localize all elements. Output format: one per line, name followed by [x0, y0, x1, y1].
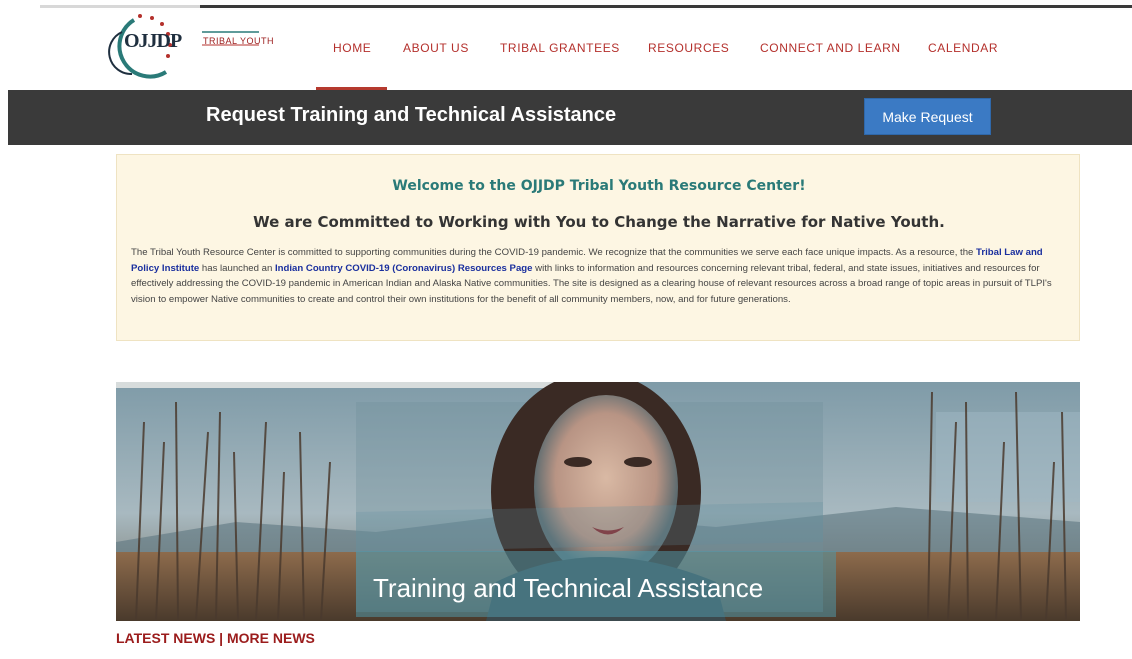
nav-tribal-grantees[interactable]: TRIBAL GRANTEES — [500, 41, 620, 55]
make-request-button[interactable]: Make Request — [864, 98, 991, 135]
logo-text: OJJDP — [124, 30, 182, 52]
latest-news-link[interactable]: LATEST NEWS — [116, 630, 215, 646]
news-links: LATEST NEWS | MORE NEWS — [116, 630, 315, 646]
nav-about-us[interactable]: ABOUT US — [403, 41, 469, 55]
nav-home[interactable]: HOME — [333, 41, 371, 55]
welcome-panel: Welcome to the OJJDP Tribal Youth Resour… — [116, 154, 1080, 341]
nav-resources[interactable]: RESOURCES — [648, 41, 729, 55]
welcome-subtitle: We are Committed to Working with You to … — [253, 213, 945, 231]
logo-subtext: TRIBAL YOUTH — [203, 36, 275, 46]
news-separator: | — [215, 630, 227, 646]
welcome-body-text-2: has launched an — [199, 262, 275, 274]
covid-resources-link[interactable]: Indian Country COVID-19 (Coronavirus) Re… — [275, 263, 533, 274]
nav-connect-and-learn[interactable]: CONNECT AND LEARN — [760, 41, 901, 55]
more-news-link[interactable]: MORE NEWS — [227, 630, 315, 646]
welcome-body-text-1: The Tribal Youth Resource Center is comm… — [131, 247, 977, 258]
hero-image[interactable]: Training and Technical Assistance — [116, 382, 1080, 621]
hero-caption: Training and Technical Assistance — [373, 573, 764, 603]
top-rule — [40, 5, 1132, 8]
top-rule-highlight — [40, 5, 200, 8]
welcome-title: Welcome to the OJJDP Tribal Youth Resour… — [392, 178, 806, 194]
banner-title: Request Training and Technical Assistanc… — [206, 104, 617, 126]
nav-calendar[interactable]: CALENDAR — [928, 41, 998, 55]
welcome-body: The Tribal Youth Resource Center is comm… — [131, 245, 1067, 307]
